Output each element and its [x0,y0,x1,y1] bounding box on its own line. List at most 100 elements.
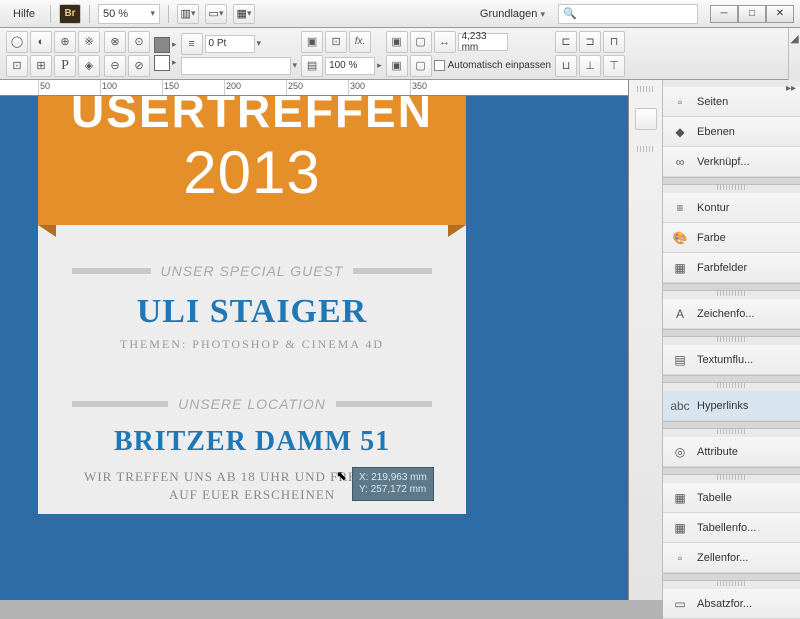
tool-icon[interactable]: ⊕ [54,31,76,53]
panel-label: Tabellenfo... [697,522,756,534]
panel-item[interactable]: ▫ Zellenfor... [663,543,800,573]
tool-icon[interactable]: P [54,55,76,77]
screen-mode-button[interactable]: ▭▾ [205,4,227,24]
opacity-field[interactable]: 100 % [325,57,375,75]
zoom-level-field[interactable]: 50 %▾ [98,4,160,24]
fitting-icon[interactable]: ↔ [434,31,456,53]
grip-icon [717,475,747,480]
arrange-button[interactable]: ▦▾ [233,4,255,24]
panel-item[interactable]: abc Hyperlinks [663,391,800,421]
panel-item[interactable]: ▦Farbfelder [663,253,800,283]
panel-icon: ◎ [671,444,689,460]
tool-icon[interactable]: ▣ [301,31,323,53]
ruler-tick-label: 200 [226,81,241,91]
align-icon[interactable]: ⊓ [603,31,625,53]
banner: USERTREFFEN 2013 [38,96,466,225]
stroke-weight-field[interactable]: 0 Pt [205,35,255,53]
divider-location: UNSERE LOCATION [72,396,432,412]
grip-icon [717,185,747,190]
panel-item[interactable]: ▭Absatzfor... [663,589,800,619]
width-field[interactable]: 4,233 mm [458,33,508,51]
panel-icon: ▭ [671,596,689,612]
align-icon[interactable]: ⊥ [579,55,601,77]
search-icon: 🔍 [563,7,577,20]
divider-label: UNSERE LOCATION [178,396,326,412]
panel-item[interactable]: ◆Ebenen [663,117,800,147]
stroke-weight-stepper[interactable]: ≡ [181,33,203,55]
fitting-icon[interactable]: ▢ [410,31,432,53]
panel-label: Kontur [697,202,729,214]
tool-icon[interactable]: ⊙ [128,31,150,53]
view-options-button[interactable]: ▥▾ [177,4,199,24]
control-bar: ◯ ◐ ⊕ ※ ⊡ ⊞ P ◈ ⊗ ⊙ ⊖ ⊘ ▸ ▸ ≡0 Pt▾ ▾ ▣⊡f… [0,28,800,80]
align-icon[interactable]: ⊏ [555,31,577,53]
panel-item[interactable]: ◎Attribute [663,437,800,467]
tool-icon[interactable]: ◐ [30,31,52,53]
maximize-button[interactable]: □ [738,5,766,23]
workspace-switcher[interactable]: Grundlagen ▾ [473,5,552,23]
align-icon[interactable]: ⊐ [579,31,601,53]
panel-item[interactable]: ▦ Tabellenfo... [663,513,800,543]
separator [168,5,169,23]
chevron-down-icon: ▸ [172,39,177,50]
tool-icon[interactable]: ⊡ [325,31,347,53]
fitting-icon[interactable]: ▣ [386,55,408,77]
panel-icon: ▤ [671,352,689,368]
menu-help[interactable]: Hilfe [6,5,42,23]
panel-label: Farbfelder [697,262,747,274]
tool-icon[interactable]: ⊘ [128,55,150,77]
panel-item[interactable]: ▦Tabelle [663,483,800,513]
tool-icon[interactable]: ◯ [6,31,28,53]
panel-icon: A [671,306,689,322]
collapsed-panel-icon[interactable] [635,108,657,130]
application-menubar: Hilfe Br 50 %▾ ▥▾ ▭▾ ▦▾ Grundlagen ▾ 🔍 ─… [0,0,800,28]
stroke-style-field[interactable] [181,57,291,75]
panel-flyout-icon[interactable]: ▸▸ [786,83,796,94]
panel-label: Zellenfor... [697,552,748,564]
autofit-label: Automatisch einpassen [448,60,551,71]
cursor-x: X: 219,963 mm [359,472,427,484]
effects-button[interactable]: fx. [349,31,371,53]
tool-icon[interactable]: ⊡ [6,55,28,77]
tool-icon[interactable]: ※ [78,31,100,53]
tool-icon[interactable]: ⊞ [30,55,52,77]
panel-item[interactable]: ≡Kontur [663,193,800,223]
align-icon[interactable]: ⊤ [603,55,625,77]
panel-dock: ▸▸ ▫Seiten◆Ebenen∞Verknüpf...≡Kontur🎨Far… [628,80,800,600]
banner-year: 2013 [38,138,466,207]
close-button[interactable]: ✕ [766,5,794,23]
panel-label: Textumflu... [697,354,753,366]
zoom-value: 50 % [103,8,128,20]
panel-item[interactable]: ∞Verknüpf... [663,147,800,177]
fitting-icon[interactable]: ▢ [410,55,432,77]
panel-item[interactable]: 🎨Farbe [663,223,800,253]
stroke-swatch[interactable] [154,55,170,71]
document-canvas[interactable]: USERTREFFEN 2013 UNSER SPECIAL GUEST ULI… [0,96,628,600]
fill-swatch[interactable] [154,37,170,53]
workspace-area: Grundlagen ▾ 🔍 ─ □ ✕ [473,4,794,24]
minimize-button[interactable]: ─ [710,5,738,23]
panel-icon: abc [671,398,689,414]
tool-icon[interactable]: ▤ [301,55,323,77]
panel-icon: ▫ [671,550,689,566]
tool-icon[interactable]: ◈ [78,55,100,77]
autofit-checkbox[interactable]: Automatisch einpassen [434,60,551,71]
panel-label: Hyperlinks [697,400,748,412]
panel-group-separator [663,375,800,383]
panel-item[interactable]: AZeichenfo... [663,299,800,329]
search-field[interactable]: 🔍 [558,4,698,24]
horizontal-ruler: 50100150200250300350 [0,80,628,96]
panel-group-separator [663,283,800,291]
tool-icon[interactable]: ⊖ [104,55,126,77]
fitting-icon[interactable]: ▣ [386,31,408,53]
panel-icon: 🎨 [671,230,689,246]
bridge-button[interactable]: Br [59,4,81,24]
panel-item[interactable]: ▫Seiten [663,87,800,117]
control-bar-flyout[interactable]: ◢ [788,28,800,80]
guest-name: ULI STAIGER [72,293,432,331]
align-icon[interactable]: ⊔ [555,55,577,77]
panel-group-separator [663,467,800,475]
panel-item[interactable]: ▤ Textumflu... [663,345,800,375]
tool-icon[interactable]: ⊗ [104,31,126,53]
panel-icon: ▦ [671,520,689,536]
